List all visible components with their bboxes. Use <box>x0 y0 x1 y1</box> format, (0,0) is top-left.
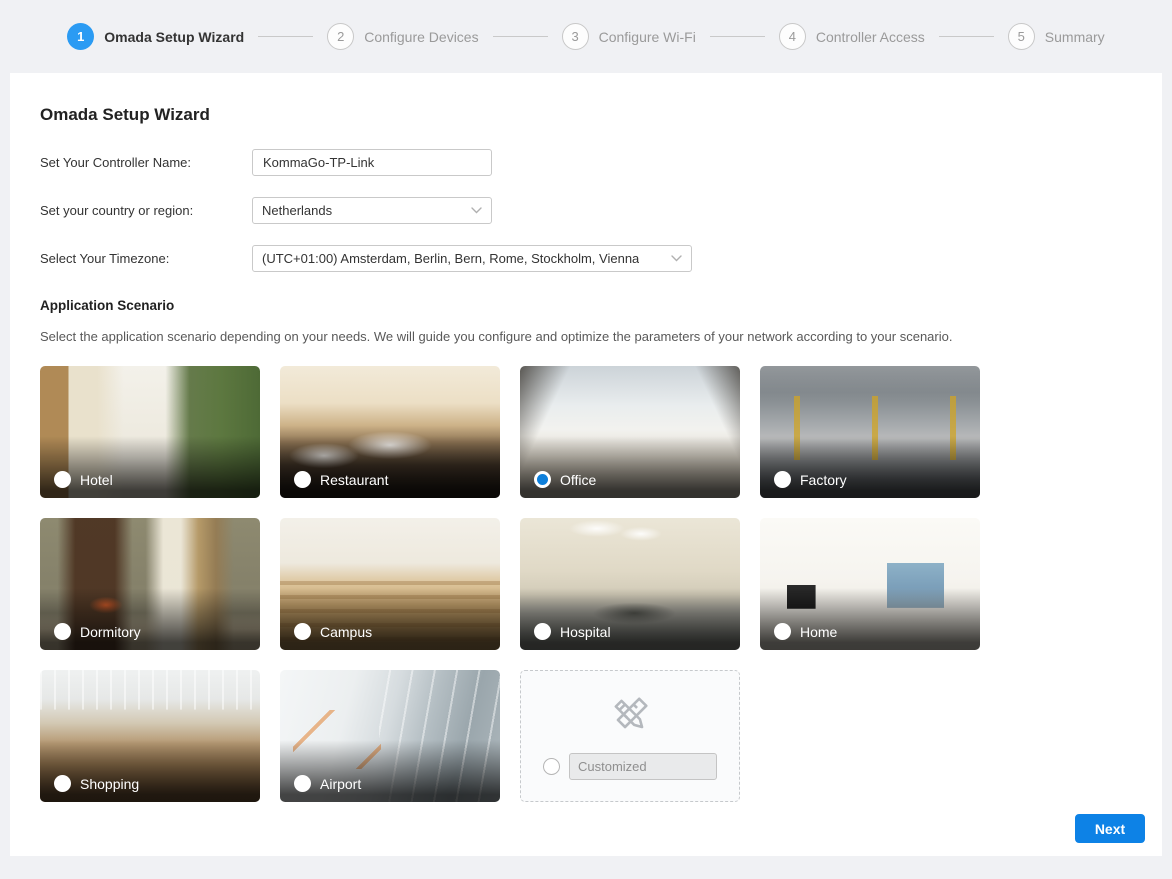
scenario-select-row: Restaurant <box>294 471 388 488</box>
step-connector <box>710 36 765 37</box>
customized-pencil-ruler-icon <box>607 695 653 737</box>
chevron-down-icon <box>671 255 682 262</box>
step-number-badge: 1 <box>67 23 94 50</box>
scenario-shade-overlay <box>40 588 260 650</box>
wizard-card: Omada Setup Wizard Set Your Controller N… <box>10 73 1162 856</box>
scenario-shade-overlay <box>280 588 500 650</box>
scenario-select-row: Home <box>774 623 837 640</box>
scenario-card-dormitory[interactable]: Dormitory <box>40 518 260 650</box>
country-label: Set your country or region: <box>40 203 252 218</box>
scenario-radio-office[interactable] <box>534 471 551 488</box>
scenario-label: Airport <box>320 776 361 792</box>
scenario-label: Restaurant <box>320 472 388 488</box>
timezone-selected-value: (UTC+01:00) Amsterdam, Berlin, Bern, Rom… <box>262 251 639 266</box>
scenario-shade-overlay <box>520 436 740 498</box>
scenario-card-airport[interactable]: Airport <box>280 670 500 802</box>
scenario-card-home[interactable]: Home <box>760 518 980 650</box>
scenario-radio-airport[interactable] <box>294 775 311 792</box>
scenario-card-campus[interactable]: Campus <box>280 518 500 650</box>
scenario-select-row: Shopping <box>54 775 139 792</box>
scenario-radio-hotel[interactable] <box>54 471 71 488</box>
step-number-badge: 3 <box>562 23 589 50</box>
form-row-timezone: Select Your Timezone: (UTC+01:00) Amsterd… <box>40 245 1132 272</box>
step-label: Configure Devices <box>364 29 478 45</box>
scenario-grid: Hotel Restaurant Office Factory Dormitory Cam… <box>40 366 1132 802</box>
step-label: Controller Access <box>816 29 925 45</box>
page-title: Omada Setup Wizard <box>40 73 1132 125</box>
scenario-select-row: Airport <box>294 775 361 792</box>
scenario-select-row: Office <box>534 471 596 488</box>
scenario-card-office[interactable]: Office <box>520 366 740 498</box>
step-connector <box>258 36 313 37</box>
scenario-card-factory[interactable]: Factory <box>760 366 980 498</box>
scenario-card-hospital[interactable]: Hospital <box>520 518 740 650</box>
scenario-label: Shopping <box>80 776 139 792</box>
controller-name-label: Set Your Controller Name: <box>40 155 252 170</box>
form-row-controller-name: Set Your Controller Name: <box>40 149 1132 176</box>
scenario-label: Home <box>800 624 837 640</box>
scenario-shade-overlay <box>40 740 260 802</box>
step-number-badge: 2 <box>327 23 354 50</box>
country-selected-value: Netherlands <box>262 203 332 218</box>
step-connector <box>493 36 548 37</box>
scenario-select-row: Hotel <box>54 471 113 488</box>
scenario-radio-campus[interactable] <box>294 623 311 640</box>
scenario-card-restaurant[interactable]: Restaurant <box>280 366 500 498</box>
scenario-select-row: Hospital <box>534 623 611 640</box>
scenario-card-customized[interactable] <box>520 670 740 802</box>
timezone-select[interactable]: (UTC+01:00) Amsterdam, Berlin, Bern, Rom… <box>252 245 692 272</box>
scenario-label: Hospital <box>560 624 611 640</box>
scenario-radio-hospital[interactable] <box>534 623 551 640</box>
country-select[interactable]: Netherlands <box>252 197 492 224</box>
stepper-step-5: 5 Summary <box>1008 23 1105 50</box>
scenario-label: Dormitory <box>80 624 141 640</box>
next-button[interactable]: Next <box>1075 814 1145 843</box>
controller-name-input[interactable] <box>252 149 492 176</box>
step-label: Summary <box>1045 29 1105 45</box>
scenario-label: Office <box>560 472 596 488</box>
step-label: Omada Setup Wizard <box>104 29 244 45</box>
scenario-radio-home[interactable] <box>774 623 791 640</box>
step-number-badge: 5 <box>1008 23 1035 50</box>
scenario-select-row: Factory <box>774 471 847 488</box>
scenario-shade-overlay <box>760 436 980 498</box>
customized-name-input[interactable] <box>569 753 717 780</box>
scenario-card-hotel[interactable]: Hotel <box>40 366 260 498</box>
application-scenario-description: Select the application scenario dependin… <box>40 329 1132 344</box>
scenario-shade-overlay <box>40 436 260 498</box>
scenario-select-row: Campus <box>294 623 372 640</box>
scenario-shade-overlay <box>520 588 740 650</box>
setup-stepper: 1 Omada Setup Wizard 2 Configure Devices 3 Co… <box>0 0 1172 73</box>
scenario-shade-overlay <box>280 740 500 802</box>
scenario-radio-customized[interactable] <box>543 758 560 775</box>
timezone-label: Select Your Timezone: <box>40 251 252 266</box>
scenario-radio-shopping[interactable] <box>54 775 71 792</box>
scenario-select-row: Dormitory <box>54 623 141 640</box>
stepper-step-3: 3 Configure Wi-Fi <box>562 23 696 50</box>
scenario-label: Factory <box>800 472 847 488</box>
wizard-form: Set Your Controller Name: Set your countr… <box>40 149 1132 272</box>
chevron-down-icon <box>471 207 482 214</box>
scenario-shade-overlay <box>280 436 500 498</box>
scenario-radio-dormitory[interactable] <box>54 623 71 640</box>
form-row-country: Set your country or region: Netherlands <box>40 197 1132 224</box>
scenario-label: Campus <box>320 624 372 640</box>
step-connector <box>939 36 994 37</box>
step-number-badge: 4 <box>779 23 806 50</box>
scenario-card-shopping[interactable]: Shopping <box>40 670 260 802</box>
customized-row <box>543 753 717 780</box>
scenario-radio-factory[interactable] <box>774 471 791 488</box>
scenario-shade-overlay <box>760 588 980 650</box>
application-scenario-heading: Application Scenario <box>40 298 1132 313</box>
stepper-step-1: 1 Omada Setup Wizard <box>67 23 244 50</box>
scenario-label: Hotel <box>80 472 113 488</box>
stepper-step-4: 4 Controller Access <box>779 23 925 50</box>
step-label: Configure Wi-Fi <box>599 29 696 45</box>
scenario-radio-restaurant[interactable] <box>294 471 311 488</box>
stepper-step-2: 2 Configure Devices <box>327 23 478 50</box>
